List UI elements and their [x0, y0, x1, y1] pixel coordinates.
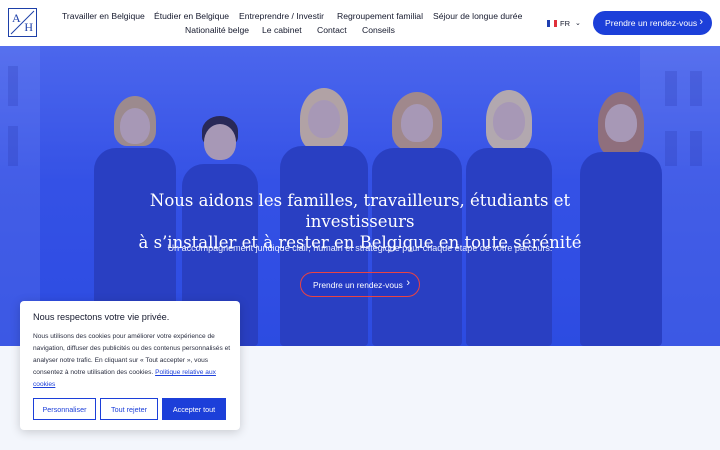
chevron-right-icon: › — [699, 16, 703, 28]
language-label: FR — [560, 18, 570, 28]
nav-entreprendre[interactable]: Entreprendre / Investir — [239, 11, 324, 21]
nav-contact[interactable]: Contact — [317, 25, 347, 35]
cookie-customize-button[interactable]: Personnaliser — [33, 398, 96, 420]
nav-etudier[interactable]: Étudier en Belgique — [154, 11, 229, 21]
nav-travailler[interactable]: Travailler en Belgique — [62, 11, 145, 21]
cookie-body: Nous utilisons des cookies pour améliore… — [33, 331, 233, 391]
language-selector[interactable]: FR ⌄ — [547, 17, 581, 29]
chevron-right-icon: › — [406, 277, 410, 289]
nav-conseils[interactable]: Conseils — [362, 25, 395, 35]
french-flag-icon — [547, 19, 557, 27]
cookie-reject-button[interactable]: Tout rejeter — [100, 398, 158, 420]
chevron-down-icon: ⌄ — [575, 20, 581, 27]
hero-title-line-1: Nous aidons les familles, travailleurs, … — [149, 191, 571, 231]
cookie-consent-banner: Nous respectons votre vie privée. Nous u… — [20, 301, 240, 430]
hero-subtitle: Un accompagnement juridique clair, humai… — [167, 243, 553, 253]
nav-cabinet[interactable]: Le cabinet — [262, 25, 302, 35]
header-appointment-label: Prendre un rendez-vous — [605, 18, 698, 28]
nav-nationalite[interactable]: Nationalité belge — [185, 25, 249, 35]
hero-appointment-label: Prendre un rendez-vous — [313, 279, 403, 290]
header-appointment-button[interactable]: Prendre un rendez-vous › — [593, 11, 712, 35]
nav-regroupement[interactable]: Regroupement familial — [337, 11, 423, 21]
hero-appointment-button[interactable]: Prendre un rendez-vous › — [300, 272, 420, 297]
site-header: A H Travailler en Belgique Étudier en Be… — [0, 0, 720, 46]
cookie-title: Nous respectons votre vie privée. — [33, 312, 170, 322]
nav-sejour[interactable]: Séjour de longue durée — [433, 11, 522, 21]
cookie-accept-button[interactable]: Accepter tout — [162, 398, 226, 420]
